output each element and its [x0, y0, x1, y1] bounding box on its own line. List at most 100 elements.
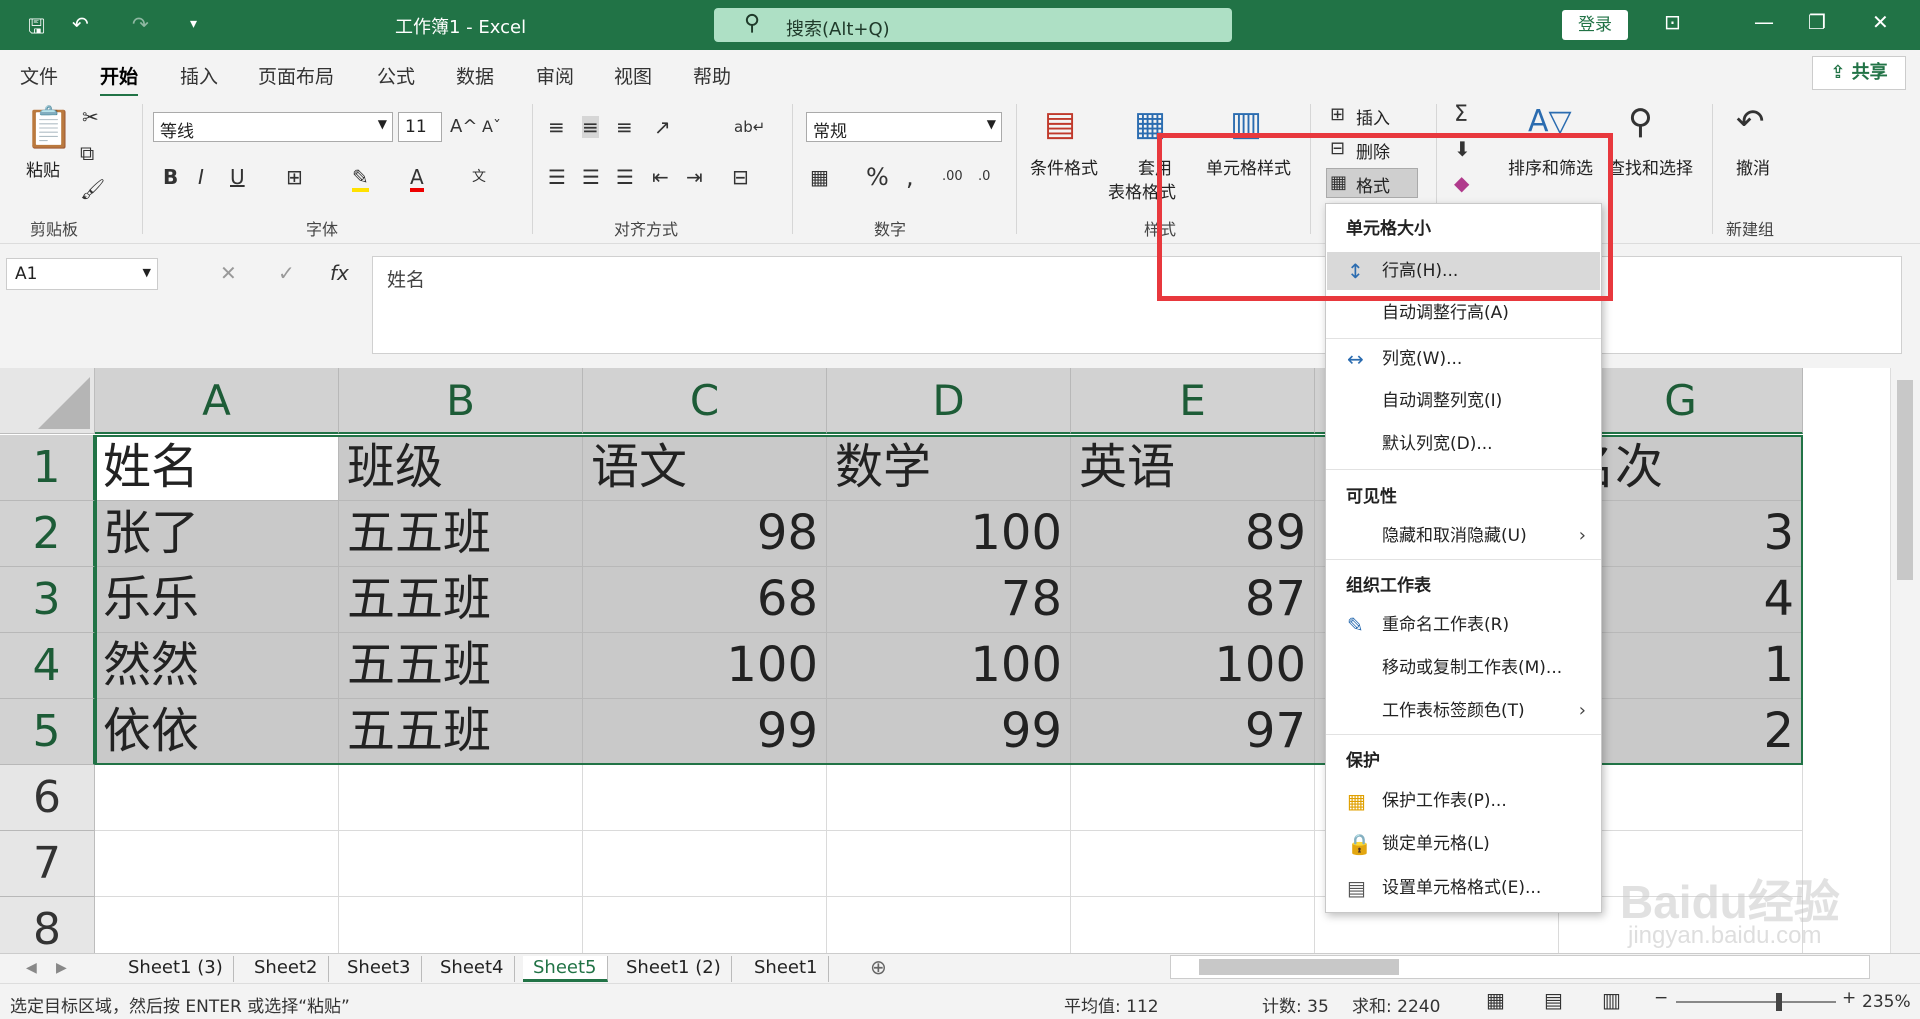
menu-item-column-width[interactable]: ↔ 列宽(W)... [1327, 340, 1600, 378]
login-button[interactable]: 登录 [1562, 10, 1628, 40]
font-size-select[interactable]: 11 [398, 112, 442, 142]
cell-d5[interactable]: 99 [827, 699, 1071, 765]
column-header-b[interactable]: B [339, 368, 583, 434]
cell-styles-button[interactable]: 单元格样式 [1206, 154, 1291, 179]
cell-d7[interactable] [827, 831, 1071, 897]
cut-icon[interactable]: ✂ [82, 106, 99, 128]
customize-qat-icon[interactable]: ▾ [190, 16, 197, 32]
menu-item-tab-color[interactable]: 工作表标签颜色(T) › [1327, 692, 1600, 730]
borders-icon[interactable]: ⊞ [286, 166, 303, 188]
select-all-corner[interactable] [0, 368, 95, 434]
menu-item-autofit-row[interactable]: 自动调整行高(A) [1327, 294, 1600, 332]
zoom-in-icon[interactable]: + [1842, 988, 1856, 1008]
tab-data[interactable]: 数据 [456, 62, 494, 89]
row-header-8[interactable]: 8 [0, 897, 95, 953]
underline-icon[interactable]: U [230, 166, 245, 188]
cell-c5[interactable]: 99 [583, 699, 827, 765]
share-button[interactable]: ⇪ 共享 [1812, 56, 1906, 90]
cell-b5[interactable]: 五五班 [339, 699, 583, 765]
cell-d6[interactable] [827, 765, 1071, 831]
grow-font-icon[interactable]: A^ [450, 116, 477, 138]
menu-item-move-copy[interactable]: 移动或复制工作表(M)... [1327, 649, 1600, 687]
cell-b2[interactable]: 五五班 [339, 501, 583, 567]
tab-insert[interactable]: 插入 [180, 62, 218, 89]
row-header-6[interactable]: 6 [0, 765, 95, 831]
cell-a5[interactable]: 依依 [95, 699, 339, 765]
sheet-tab[interactable]: Sheet1 [744, 956, 829, 982]
delete-cells-button[interactable]: 删除 [1356, 138, 1390, 163]
format-painter-icon[interactable]: 🖌 [80, 178, 105, 200]
cell-a4[interactable]: 然然 [95, 633, 339, 699]
restore-icon[interactable]: ❐ [1808, 10, 1826, 34]
tab-scroll-left-icon[interactable]: ◀ [26, 957, 37, 979]
sheet-tab-active[interactable]: Sheet5 [523, 956, 608, 982]
decrease-decimal-icon[interactable]: .0 [978, 166, 990, 188]
cell-b4[interactable]: 五五班 [339, 633, 583, 699]
cell-e2[interactable]: 89 [1071, 501, 1315, 567]
cell-e3[interactable]: 87 [1071, 567, 1315, 633]
undo-icon[interactable]: ↶ [72, 12, 89, 36]
percent-icon[interactable]: % [866, 165, 889, 189]
menu-item-format-cells[interactable]: ▤ 设置单元格格式(E)... [1327, 869, 1600, 907]
cell-a6[interactable] [95, 765, 339, 831]
wrap-text-icon[interactable]: ab↵ [734, 116, 765, 138]
cell-styles-icon[interactable]: ▥ [1230, 106, 1262, 142]
horizontal-scrollbar[interactable] [1170, 955, 1870, 979]
cell-e4[interactable]: 100 [1071, 633, 1315, 699]
copy-icon[interactable]: ⧉ [80, 142, 94, 164]
tab-scroll-right-icon[interactable]: ▶ [56, 957, 67, 979]
cell-d3[interactable]: 78 [827, 567, 1071, 633]
comma-style-icon[interactable]: , [906, 165, 914, 189]
sheet-tab[interactable]: Sheet1 (2) [616, 956, 732, 982]
format-as-table-line2[interactable]: 表格格式 [1108, 178, 1176, 203]
sheet-tab[interactable]: Sheet3 [337, 956, 422, 982]
menu-item-rename-sheet[interactable]: ✎ 重命名工作表(R) [1327, 606, 1600, 644]
cell-c7[interactable] [583, 831, 827, 897]
cell-c4[interactable]: 100 [583, 633, 827, 699]
name-box[interactable]: A1 ▼ [6, 258, 158, 290]
sort-filter-button[interactable]: 排序和筛选 [1508, 154, 1593, 179]
sort-filter-icon[interactable]: A▽ [1528, 106, 1572, 138]
cell-a3[interactable]: 乐乐 [95, 567, 339, 633]
column-header-e[interactable]: E [1071, 368, 1315, 434]
tab-formulas[interactable]: 公式 [377, 62, 415, 89]
tab-review[interactable]: 审阅 [536, 62, 574, 89]
undo-big-icon[interactable]: ↶ [1736, 104, 1765, 140]
tab-help[interactable]: 帮助 [693, 62, 731, 89]
row-header-5[interactable]: 5 [0, 699, 95, 765]
cell-c3[interactable]: 68 [583, 567, 827, 633]
orientation-icon[interactable]: ↗ [654, 116, 671, 138]
cell-c8[interactable] [583, 897, 827, 953]
row-header-2[interactable]: 2 [0, 501, 95, 567]
column-header-d[interactable]: D [827, 368, 1071, 434]
row-header-7[interactable]: 7 [0, 831, 95, 897]
menu-item-row-height[interactable]: ↕ 行高(H)... [1327, 252, 1600, 290]
sheet-tab[interactable]: Sheet1 (3) [118, 956, 234, 982]
cell-b7[interactable] [339, 831, 583, 897]
menu-item-default-width[interactable]: 默认列宽(D)... [1327, 425, 1600, 463]
save-icon[interactable]: 🖫 [28, 12, 45, 46]
cell-b6[interactable] [339, 765, 583, 831]
autosum-icon[interactable]: Σ [1454, 104, 1468, 126]
vertical-scroll-thumb[interactable] [1897, 380, 1913, 580]
align-center-icon[interactable]: ☰ [582, 166, 600, 188]
undo-button[interactable]: 撤消 [1736, 154, 1770, 179]
menu-item-hide-unhide[interactable]: 隐藏和取消隐藏(U) › [1327, 517, 1600, 555]
cell-c2[interactable]: 98 [583, 501, 827, 567]
align-left-icon[interactable]: ☰ [548, 166, 566, 188]
horizontal-scroll-thumb[interactable] [1199, 959, 1399, 975]
cell-d4[interactable]: 100 [827, 633, 1071, 699]
accounting-format-icon[interactable]: ▦ [810, 166, 829, 188]
find-select-icon[interactable]: ⚲ [1628, 104, 1653, 140]
zoom-slider[interactable] [1676, 1001, 1836, 1003]
redo-icon[interactable]: ↷ [132, 12, 149, 36]
format-as-table-icon[interactable]: ▦ [1134, 106, 1166, 142]
cell-d8[interactable] [827, 897, 1071, 953]
paste-button[interactable]: 粘贴 [26, 156, 60, 181]
tab-home[interactable]: 开始 [100, 62, 139, 97]
cell-b3[interactable]: 五五班 [339, 567, 583, 633]
cell-e6[interactable] [1071, 765, 1315, 831]
cell-a2[interactable]: 张了 [95, 501, 339, 567]
search-box[interactable]: ⚲ 搜索(Alt+Q) [714, 8, 1232, 42]
fill-color-icon[interactable]: ✎ [352, 166, 369, 192]
